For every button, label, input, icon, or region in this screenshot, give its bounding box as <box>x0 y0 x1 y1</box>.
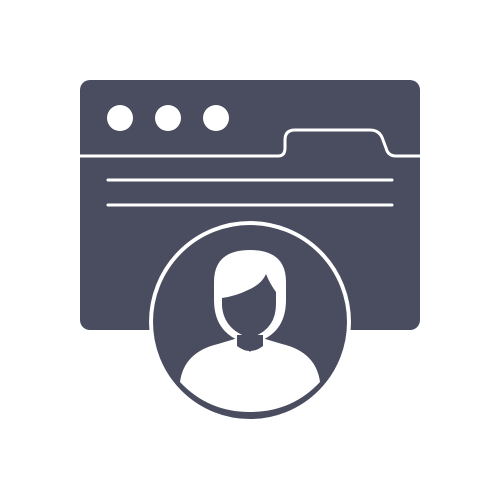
window-dot-3-icon <box>203 105 229 131</box>
icon-canvas <box>0 0 500 500</box>
window-dot-2-icon <box>155 105 181 131</box>
window-dot-1-icon <box>107 105 133 131</box>
browser-user-icon <box>78 80 422 423</box>
